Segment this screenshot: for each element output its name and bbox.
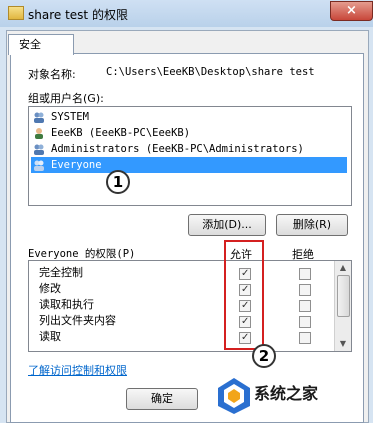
list-item-label: SYSTEM — [51, 111, 89, 123]
permission-row: 列出文件夹内容 — [29, 313, 333, 330]
list-item-selected[interactable]: Everyone — [31, 157, 347, 173]
object-name-label: 对象名称: — [28, 68, 76, 81]
users-icon — [34, 112, 44, 123]
ok-button[interactable]: 确定 — [126, 388, 198, 410]
deny-checkbox[interactable] — [299, 300, 311, 312]
users-icon — [34, 144, 44, 155]
title-bar: share test 的权限 × — [0, 0, 373, 27]
deny-checkbox[interactable] — [299, 284, 311, 296]
permission-name: 列出文件夹内容 — [39, 314, 116, 327]
close-button[interactable]: × — [330, 1, 373, 21]
logo-icon — [218, 378, 250, 414]
permission-name: 完全控制 — [39, 266, 83, 279]
scroll-up-icon[interactable]: ▲ — [335, 261, 351, 275]
permissions-scrollbar[interactable]: ▲ ▼ — [334, 261, 351, 351]
deny-checkbox[interactable] — [299, 316, 311, 328]
permission-name: 读取和执行 — [39, 298, 94, 311]
tab-security[interactable]: 安全 — [8, 34, 74, 55]
permission-row: 读取和执行 — [29, 297, 333, 314]
deny-checkbox[interactable] — [299, 332, 311, 344]
help-link[interactable]: 了解访问控制和权限 — [28, 362, 127, 378]
list-item-label: EeeKB (EeeKB-PC\EeeKB) — [51, 127, 191, 139]
list-item-label: Everyone — [51, 159, 102, 171]
permission-name: 修改 — [39, 282, 61, 295]
groups-listbox[interactable]: SYSTEM EeeKB (EeeKB-PC\EeeKB) Administra… — [28, 106, 352, 206]
folder-icon — [8, 6, 24, 20]
watermark: 系统之家 — [212, 372, 373, 421]
deny-checkbox[interactable] — [299, 268, 311, 280]
scroll-down-icon[interactable]: ▼ — [335, 337, 351, 351]
permissions-label: Everyone 的权限(P) — [28, 248, 136, 260]
object-name-value: C:\Users\EeeKB\Desktop\share test — [106, 66, 315, 78]
allow-column-highlight — [224, 240, 264, 350]
groups-label: 组或用户名(G): — [28, 92, 104, 105]
user-icon — [35, 128, 43, 139]
list-item-label: Administrators (EeeKB-PC\Administrators) — [51, 143, 304, 155]
watermark-brand: 系统之家 — [254, 384, 319, 403]
permission-row: 修改 — [29, 281, 333, 298]
list-item[interactable]: Administrators (EeeKB-PC\Administrators) — [31, 141, 347, 157]
remove-button[interactable]: 删除(R) — [276, 214, 348, 236]
users-icon — [34, 160, 44, 171]
add-button[interactable]: 添加(D)... — [188, 214, 266, 236]
step-marker-1: 1 — [106, 170, 130, 194]
list-item[interactable]: EeeKB (EeeKB-PC\EeeKB) — [31, 125, 347, 141]
window-title: share test 的权限 — [28, 8, 128, 22]
permission-row: 读取 — [29, 329, 333, 346]
permissions-table[interactable]: 完全控制 修改 读取和执行 列出文件夹内容 读取 ▲ ▼ — [28, 260, 352, 352]
step-marker-2: 2 — [252, 344, 276, 368]
permission-name: 读取 — [39, 330, 61, 343]
list-item[interactable]: SYSTEM — [31, 109, 347, 125]
scroll-thumb[interactable] — [337, 275, 350, 317]
permission-row: 完全控制 — [29, 265, 333, 282]
